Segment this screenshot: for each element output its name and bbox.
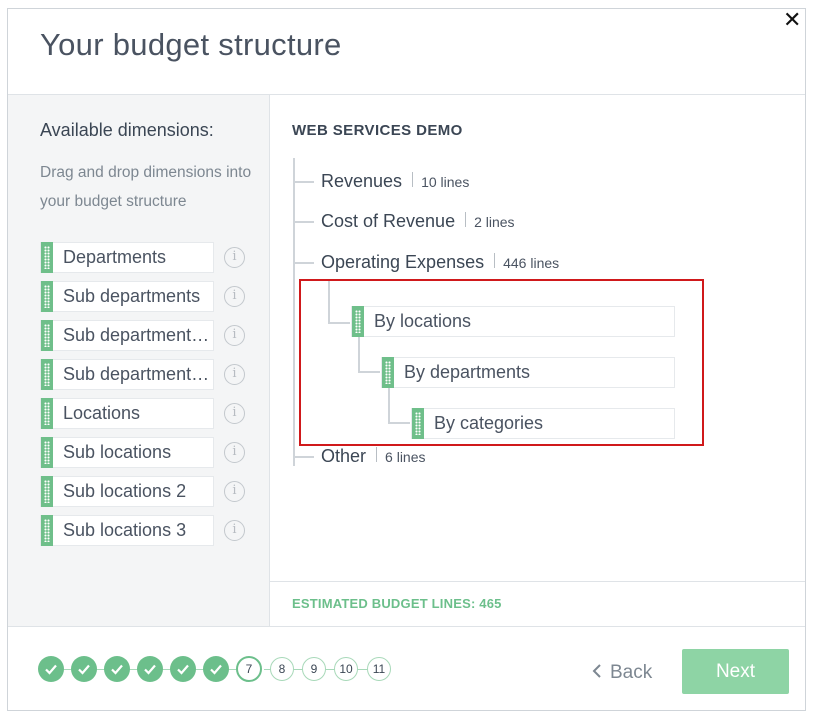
dimension-departments[interactable]: Departments: [40, 242, 214, 273]
dimension-label: Departments: [63, 247, 167, 267]
dimension-sub-departments[interactable]: Sub departments: [40, 281, 214, 312]
drag-handle-icon[interactable]: [41, 320, 53, 351]
available-dimensions-heading: Available dimensions:: [40, 120, 214, 140]
step-6-complete-icon[interactable]: [203, 656, 229, 682]
node-separator: [412, 172, 414, 187]
tree-node-revenues[interactable]: Revenues 10 lines: [321, 171, 469, 192]
step-upcoming[interactable]: 8: [270, 657, 294, 681]
tree-branch-line: [294, 262, 314, 264]
step-2-complete-icon[interactable]: [71, 656, 97, 682]
node-separator: [465, 212, 467, 227]
node-label: Cost of Revenue: [321, 211, 456, 231]
tree-branch-line: [294, 221, 314, 223]
node-line-count: 10 lines: [421, 174, 470, 190]
node-label: Revenues: [321, 171, 403, 191]
available-dimensions-panel: Available dimensions: Drag and drop dime…: [8, 95, 270, 626]
dialog-header: Your budget structure: [8, 9, 805, 95]
info-icon[interactable]: i: [224, 403, 245, 424]
next-button[interactable]: Next: [682, 649, 789, 694]
dimension-label: Locations: [63, 403, 141, 423]
node-line-count: 6 lines: [385, 449, 426, 465]
tree-node-operating-expenses[interactable]: Operating Expenses 446 lines: [321, 252, 559, 273]
dimension-sub-departments-3[interactable]: Sub department…: [40, 359, 214, 390]
step-upcoming[interactable]: 11: [367, 657, 391, 681]
node-label: Other: [321, 446, 367, 466]
node-line-count: 446 lines: [503, 255, 560, 271]
tree-node-cost-of-revenue[interactable]: Cost of Revenue 2 lines: [321, 211, 515, 232]
step-upcoming[interactable]: 9: [302, 657, 326, 681]
company-name: WEB SERVICES DEMO: [292, 122, 463, 139]
drag-handle-icon[interactable]: [41, 515, 53, 546]
drag-handle-icon[interactable]: [41, 437, 53, 468]
budget-structure-panel: WEB SERVICES DEMO Revenues 10 lines Cost…: [270, 95, 805, 626]
dimension-label: Sub department…: [63, 364, 210, 384]
step-5-complete-icon[interactable]: [170, 656, 196, 682]
highlight-box: [299, 279, 704, 446]
dimension-sub-locations-3[interactable]: Sub locations 3: [40, 515, 214, 546]
drag-handle-icon[interactable]: [41, 242, 53, 273]
info-icon[interactable]: i: [224, 286, 245, 307]
drag-handle-icon[interactable]: [41, 359, 53, 390]
dimension-label: Sub locations 3: [63, 520, 187, 540]
dimension-locations[interactable]: Locations: [40, 398, 214, 429]
info-icon[interactable]: i: [224, 247, 245, 268]
info-icon[interactable]: i: [224, 520, 245, 541]
info-icon[interactable]: i: [224, 442, 245, 463]
wizard-footer: 7 8 9 10 11 Back Next: [8, 626, 805, 710]
tree-branch-line: [294, 456, 314, 458]
dimension-label: Sub locations 2: [63, 481, 187, 501]
step-4-complete-icon[interactable]: [137, 656, 163, 682]
drag-handle-icon[interactable]: [41, 398, 53, 429]
back-button-label: Back: [610, 662, 653, 683]
page-title: Your budget structure: [40, 27, 342, 62]
info-icon[interactable]: i: [224, 325, 245, 346]
node-separator: [376, 447, 378, 462]
tree-node-other[interactable]: Other 6 lines: [321, 446, 426, 467]
available-dimensions-description: Drag and drop dimensions into your budge…: [40, 164, 252, 210]
budget-structure-dialog: ✕ Your budget structure Available dimens…: [7, 8, 806, 711]
dimension-sub-departments-2[interactable]: Sub department…: [40, 320, 214, 351]
dimension-label: Sub department…: [63, 325, 210, 345]
step-3-complete-icon[interactable]: [104, 656, 130, 682]
step-upcoming[interactable]: 10: [334, 657, 358, 681]
dimension-label: Sub locations: [63, 442, 172, 462]
dimension-sub-locations-2[interactable]: Sub locations 2: [40, 476, 214, 507]
step-1-complete-icon[interactable]: [38, 656, 64, 682]
info-icon[interactable]: i: [224, 364, 245, 385]
node-label: Operating Expenses: [321, 252, 485, 272]
tree-branch-line: [294, 181, 314, 183]
node-separator: [494, 253, 496, 268]
chevron-left-icon: [592, 662, 602, 684]
step-current[interactable]: 7: [236, 656, 262, 682]
node-line-count: 2 lines: [474, 214, 515, 230]
back-button[interactable]: Back: [592, 662, 652, 684]
dimension-label: Sub departments: [63, 286, 201, 306]
info-icon[interactable]: i: [224, 481, 245, 502]
estimated-budget-lines: ESTIMATED BUDGET LINES: 465: [292, 596, 502, 611]
estimate-footer: ESTIMATED BUDGET LINES: 465: [270, 581, 805, 626]
tree-trunk-line: [293, 158, 295, 466]
dimension-sub-locations[interactable]: Sub locations: [40, 437, 214, 468]
drag-handle-icon[interactable]: [41, 476, 53, 507]
drag-handle-icon[interactable]: [41, 281, 53, 312]
